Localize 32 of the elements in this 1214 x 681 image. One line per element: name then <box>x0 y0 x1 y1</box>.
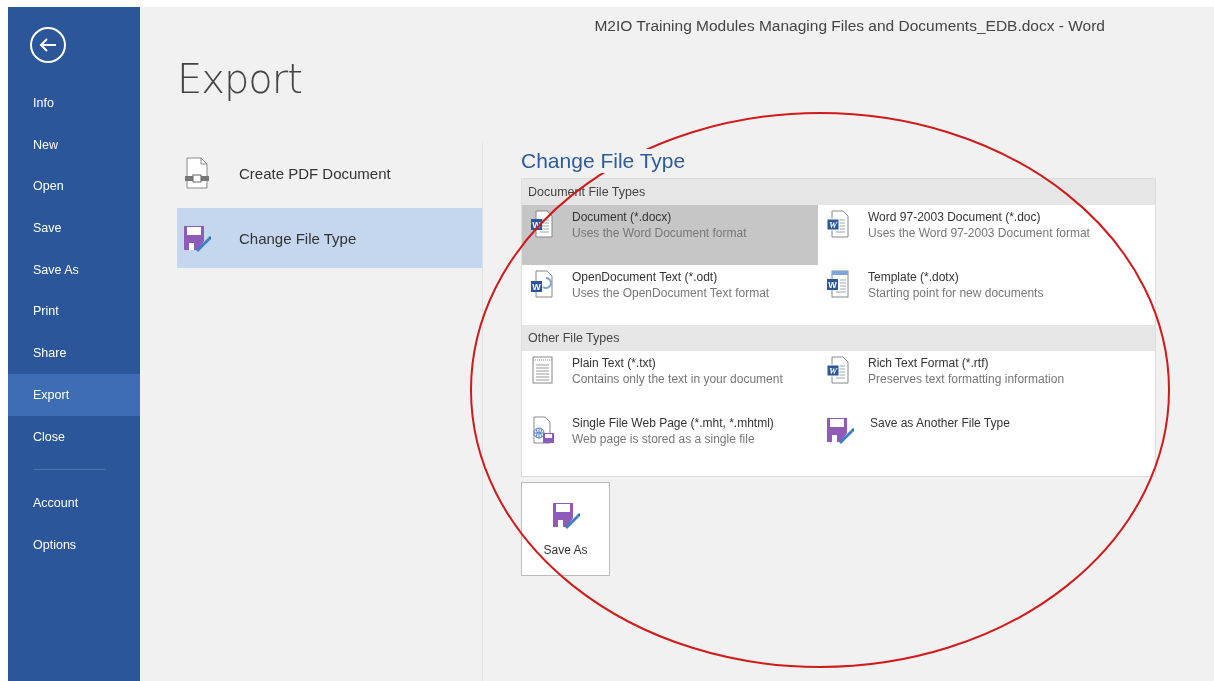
file-type-option[interactable]: W Word 97-2003 Document (*.doc) Uses the Word 97-2003 Document format <box>818 205 1155 265</box>
sidebar-item[interactable]: Close <box>8 415 140 458</box>
sidebar-item[interactable]: Save <box>8 207 140 249</box>
file-type-option[interactable]: Single File Web Page (*.mht, *.mhtml) Web page is stored as a single file <box>522 411 818 471</box>
left-arrow-icon <box>38 37 58 53</box>
group-header: Other File Types <box>522 325 1155 351</box>
page-title: Export <box>177 55 303 103</box>
save-icon <box>183 224 211 252</box>
web-page-icon <box>530 416 556 444</box>
sidebar-item[interactable]: Account <box>8 482 140 524</box>
back-button[interactable] <box>30 27 66 63</box>
save-icon <box>551 501 580 529</box>
file-type-option[interactable]: W OpenDocument Text (*.odt) Uses the OpenDocument Text format <box>522 265 818 325</box>
pdf-document-icon <box>183 157 211 189</box>
sidebar-item[interactable]: Print <box>8 290 140 333</box>
export-option[interactable]: Change File Type <box>177 208 482 268</box>
file-type-option[interactable]: W Rich Text Format (*.rtf) Preserves text formatting information <box>818 351 1155 411</box>
save-as-button[interactable]: Save As <box>521 482 610 576</box>
text-file-icon <box>530 356 556 384</box>
file-type-option[interactable]: Plain Text (*.txt) Contains only the text in your document <box>522 351 818 411</box>
sidebar-item[interactable]: Export <box>8 373 140 416</box>
sidebar-item[interactable]: Info <box>8 82 140 124</box>
sidebar-item[interactable]: Share <box>8 332 140 374</box>
sidebar-item[interactable]: New <box>8 123 140 166</box>
file-type-option[interactable]: Save as Another File Type <box>818 411 1155 471</box>
file-type-option[interactable]: W Template (*.dotx) Starting point for new documents <box>818 265 1155 325</box>
sidebar-item[interactable]: Open <box>8 165 140 208</box>
export-option[interactable]: Create PDF Document <box>177 143 482 203</box>
sidebar-item[interactable]: Options <box>8 523 140 566</box>
save-icon <box>826 416 854 444</box>
window-title: M2IO Training Modules Managing Files and Documents_EDB.docx - Word <box>594 17 1105 36</box>
sidebar-item[interactable]: Save As <box>8 248 140 291</box>
